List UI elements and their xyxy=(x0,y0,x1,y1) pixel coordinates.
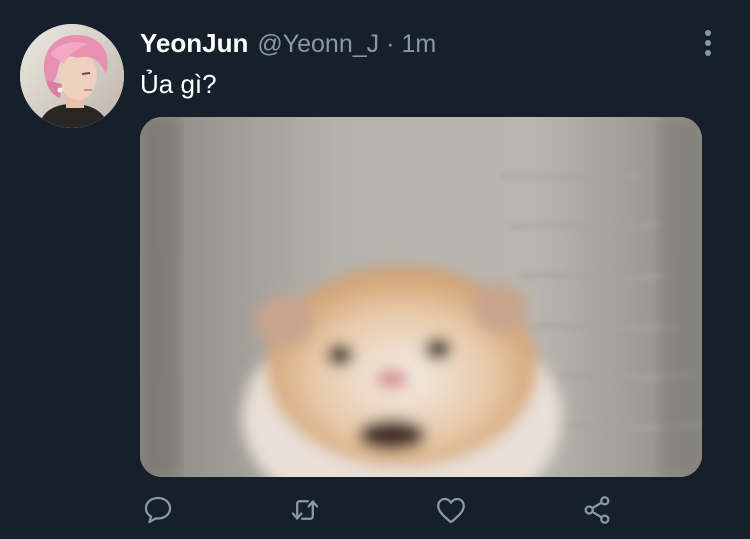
more-dot-1 xyxy=(705,30,711,36)
heart-icon xyxy=(437,497,465,523)
tweet-text: Ủa gì? xyxy=(140,69,217,99)
tweet-header: YeonJun @Yeonn_J · 1m xyxy=(140,28,436,62)
author-handle[interactable]: @Yeonn_J xyxy=(257,30,379,59)
retweet-arrows-icon xyxy=(291,500,319,520)
reply-button[interactable] xyxy=(138,488,178,532)
more-options-icon[interactable] xyxy=(694,26,722,60)
like-button[interactable] xyxy=(431,488,471,532)
share-nodes-icon xyxy=(584,496,610,524)
hamster-photo xyxy=(140,117,702,477)
retweet-button[interactable] xyxy=(285,488,325,532)
comment-bubble-icon xyxy=(144,496,172,524)
tweet-actions xyxy=(0,488,750,532)
avatar[interactable] xyxy=(20,24,124,128)
more-dot-2 xyxy=(705,40,711,46)
avatar-image xyxy=(20,24,124,128)
author-display-name[interactable]: YeonJun xyxy=(140,28,248,59)
more-dot-3 xyxy=(705,50,711,56)
header-separator: · xyxy=(386,30,395,58)
tweet: YeonJun @Yeonn_J · 1m Ủa gì? xyxy=(0,0,750,539)
tweet-timestamp[interactable]: 1m xyxy=(401,30,436,59)
tweet-media-image[interactable] xyxy=(140,117,702,477)
share-button[interactable] xyxy=(577,488,617,532)
